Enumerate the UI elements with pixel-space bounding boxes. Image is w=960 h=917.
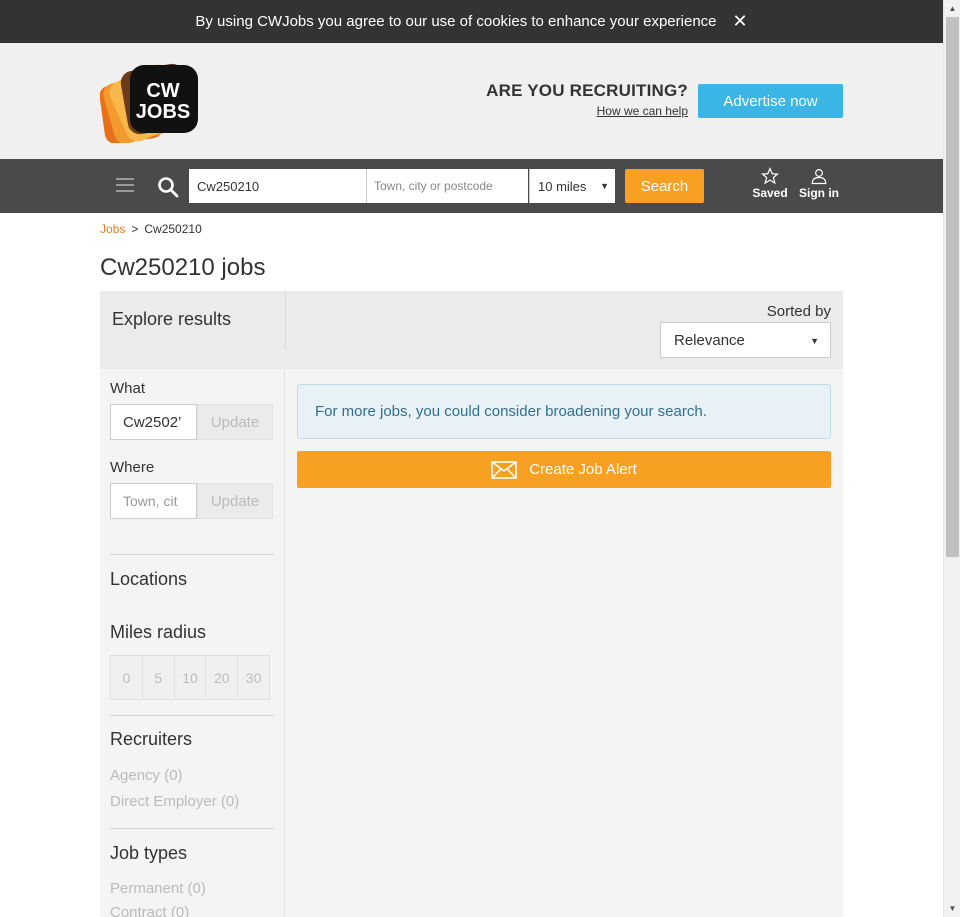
divider [110, 554, 274, 555]
user-icon [811, 169, 827, 185]
search-button[interactable]: Search [625, 169, 704, 203]
miles-option-20[interactable]: 20 [206, 656, 239, 699]
what-update-button[interactable]: Update [197, 404, 273, 440]
scroll-up-arrow-icon[interactable]: ▲ [944, 0, 960, 17]
sort-value: Relevance [674, 331, 745, 349]
explore-results-heading: Explore results [112, 309, 232, 329]
recruiting-question: ARE YOU RECRUITING? [486, 81, 688, 100]
scrollbar-thumb[interactable] [946, 17, 959, 557]
job-types-heading: Job types [110, 843, 188, 863]
results-header: Explore results Sorted by Relevance ▼ [100, 291, 843, 369]
caret-down-icon: ▼ [600, 181, 609, 191]
search-bar: Cw250210 Town, city or postcode 10 miles… [0, 159, 943, 213]
divider [110, 828, 274, 829]
page-title: Cw250210 jobs [100, 254, 266, 281]
caret-down-icon: ▼ [810, 336, 819, 346]
what-input[interactable]: Cw2502’ [110, 404, 197, 440]
page: By using CWJobs you agree to our use of … [0, 0, 943, 917]
close-icon[interactable]: ✕ [733, 11, 748, 32]
miles-radius-heading: Miles radius [110, 622, 207, 642]
cookie-message: By using CWJobs you agree to our use of … [195, 13, 717, 30]
breadcrumb-separator: > [131, 222, 139, 236]
locations-heading[interactable]: Locations [110, 569, 187, 590]
miles-option-10[interactable]: 10 [175, 656, 207, 699]
cwjobs-logo[interactable]: CW JOBS [99, 61, 206, 144]
create-job-alert-button[interactable]: Create Job Alert [297, 451, 831, 488]
recruiter-filter-agency[interactable]: Agency (0) [110, 767, 183, 784]
logo-text-jobs: JOBS [136, 101, 190, 123]
miles-option-30[interactable]: 30 [238, 656, 269, 699]
miles-radius-selector: 0 5 10 20 30 [110, 655, 270, 700]
radius-select[interactable]: 10 miles ▼ [529, 169, 615, 203]
miles-option-0[interactable]: 0 [111, 656, 143, 699]
results-panel: Explore results Sorted by Relevance ▼ Wh… [100, 291, 843, 917]
filter-sidebar: What Cw2502’ Update Where Town, cit Upda… [100, 369, 285, 917]
breadcrumb-jobs-link[interactable]: Jobs [100, 222, 125, 236]
job-type-filter-contract[interactable]: Contract (0) [110, 904, 189, 917]
miles-option-5[interactable]: 5 [143, 656, 175, 699]
radius-value: 10 miles [538, 178, 587, 194]
where-label: Where [110, 459, 155, 476]
where-update-button[interactable]: Update [197, 483, 273, 519]
site-header: CW JOBS ARE YOU RECRUITING? How we can h… [0, 43, 943, 159]
sign-in-link[interactable]: Sign in [798, 167, 840, 200]
envelope-icon [491, 460, 518, 479]
keyword-input[interactable]: Cw250210 [189, 169, 366, 203]
hamburger-menu-icon[interactable] [116, 178, 134, 192]
star-icon [761, 167, 779, 185]
cookie-banner: By using CWJobs you agree to our use of … [0, 0, 943, 43]
job-type-filter-permanent[interactable]: Permanent (0) [110, 880, 206, 897]
results-content: For more jobs, you could consider broade… [297, 384, 831, 488]
saved-jobs-link[interactable]: Saved [751, 167, 789, 200]
breadcrumb: Jobs > Cw250210 [100, 222, 202, 236]
breadcrumb-current: Cw250210 [144, 222, 202, 236]
logo-text-cw: CW [146, 80, 179, 102]
recruiter-filter-direct-employer[interactable]: Direct Employer (0) [110, 793, 239, 810]
how-we-can-help-link[interactable]: How we can help [597, 104, 688, 118]
sorted-by-label: Sorted by [766, 303, 831, 320]
divider [110, 715, 274, 716]
divider [285, 291, 286, 349]
location-input[interactable]: Town, city or postcode [366, 169, 528, 203]
create-job-alert-label: Create Job Alert [529, 461, 637, 478]
sort-select[interactable]: Relevance ▼ [660, 322, 831, 358]
recruiters-heading: Recruiters [110, 729, 193, 749]
where-input[interactable]: Town, cit [110, 483, 197, 519]
scroll-down-arrow-icon[interactable]: ▼ [944, 900, 960, 917]
search-icon[interactable] [157, 176, 179, 198]
recruiting-block: ARE YOU RECRUITING? How we can help [470, 81, 688, 120]
saved-label: Saved [752, 186, 788, 200]
broaden-search-notice: For more jobs, you could consider broade… [297, 384, 831, 439]
page-scrollbar[interactable]: ▲ ▼ [943, 0, 960, 917]
what-label: What [110, 380, 146, 397]
sign-in-label: Sign in [799, 186, 839, 200]
advertise-now-button[interactable]: Advertise now [698, 84, 843, 118]
